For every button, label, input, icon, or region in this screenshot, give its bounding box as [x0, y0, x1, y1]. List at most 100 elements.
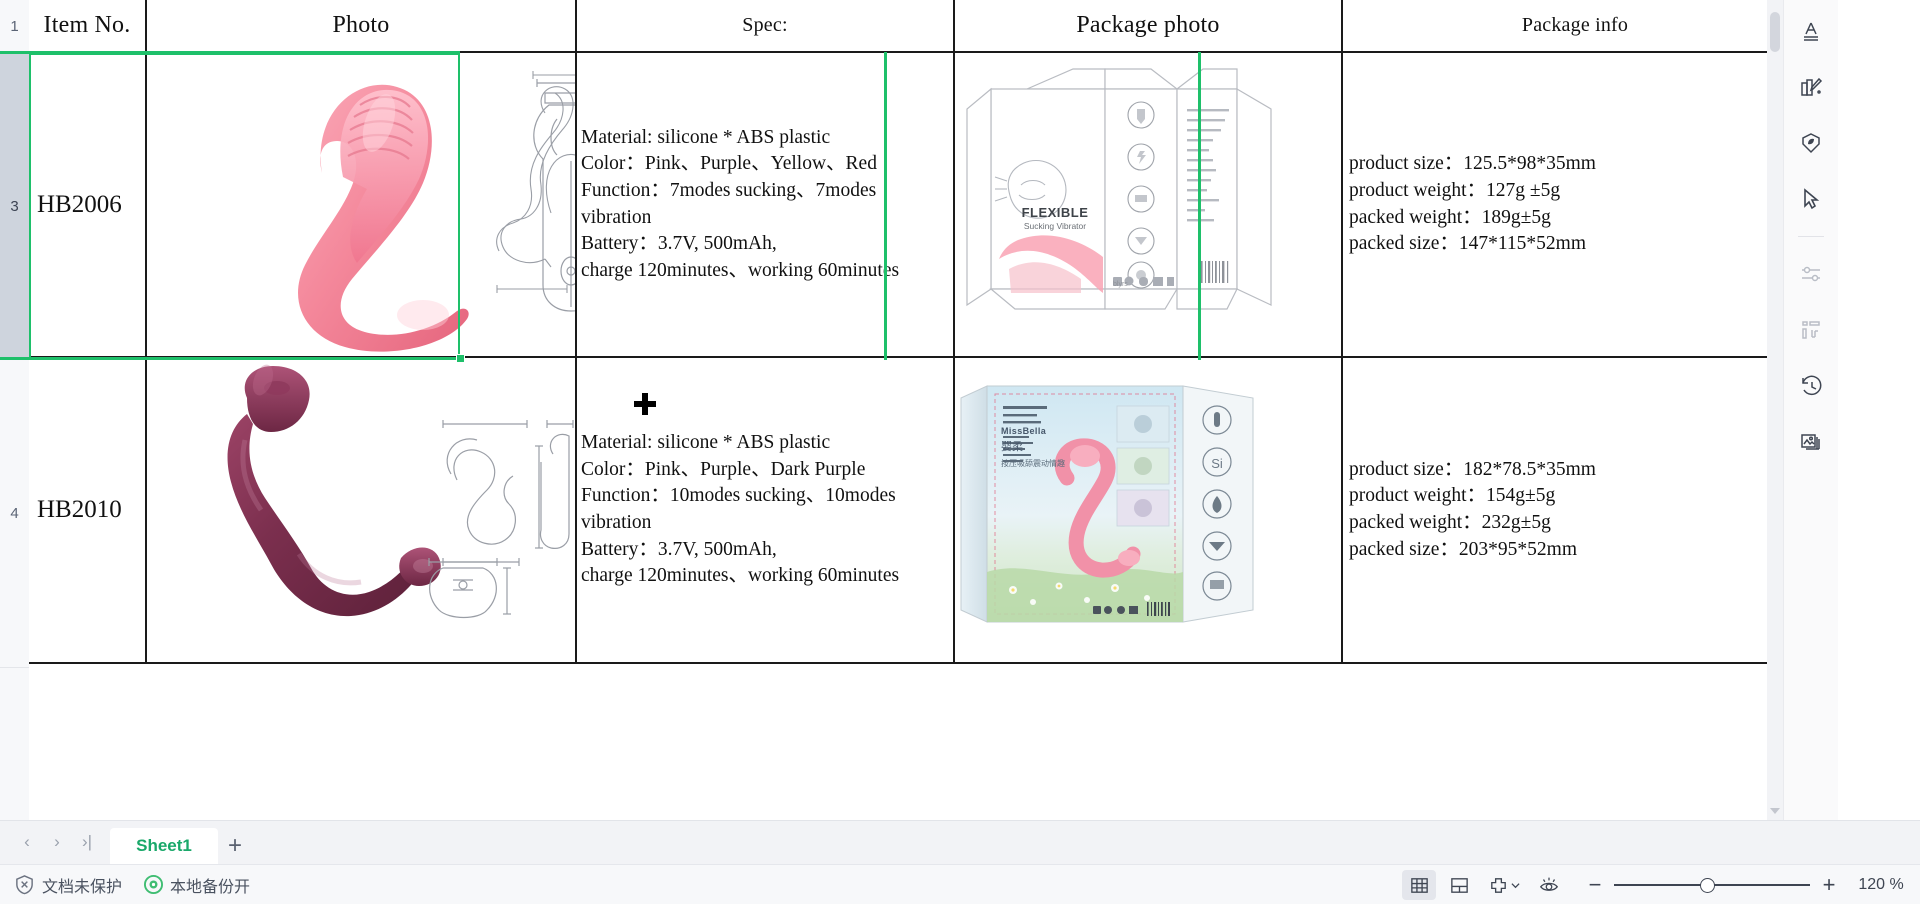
- history-clock-icon: [1802, 375, 1822, 396]
- spec-line: Battery：3.7V, 500mAh,: [581, 233, 777, 255]
- zoom-slider-knob[interactable]: [1700, 878, 1715, 893]
- prev-sheet-button[interactable]: ‹: [12, 827, 42, 857]
- cell-item-no[interactable]: HB2010: [29, 358, 147, 664]
- page-layout-icon-button[interactable]: [1442, 870, 1476, 900]
- package-info-line: product size：125.5*98*35mm: [1349, 153, 1596, 175]
- pen-edit-icon: [1801, 77, 1823, 96]
- item-no-value: HB2006: [37, 190, 122, 218]
- technical-drawing-1: [442, 420, 543, 566]
- spec-line: Battery：3.7V, 500mAh,: [581, 538, 777, 560]
- header-label-package-info: Package info: [1521, 14, 1629, 36]
- sheet-tab-sheet1[interactable]: Sheet1: [110, 828, 218, 864]
- pen-edit-icon-button[interactable]: [1792, 68, 1830, 106]
- image-stack-icon: [1801, 434, 1820, 450]
- text-style-icon-button[interactable]: [1792, 12, 1830, 50]
- selection-column-marker: [884, 52, 887, 360]
- package-info-line: packed size：203*95*52mm: [1349, 538, 1577, 560]
- header-label-package-photo: Package photo: [1076, 12, 1220, 38]
- sheet-tab-bar: ‹ › ›| Sheet1 +: [0, 820, 1920, 864]
- scroll-down-arrow-icon[interactable]: [1770, 808, 1780, 814]
- cell-product-photo[interactable]: [147, 53, 577, 358]
- selection-fill-handle[interactable]: [456, 354, 465, 363]
- package-side-thumbnails: [1116, 405, 1170, 527]
- package-info-text-block: product size：182*78.5*35mm product weigh…: [1343, 358, 1807, 662]
- shield-leaf-icon-button[interactable]: [1792, 124, 1830, 162]
- next-sheet-button[interactable]: ›: [42, 827, 72, 857]
- zoom-slider[interactable]: [1614, 875, 1810, 895]
- table-header-row: Item No. Photo Spec: Package photo Packa…: [29, 0, 1809, 53]
- header-cell-item-no[interactable]: Item No.: [29, 0, 147, 53]
- row-header-column: 1 3 4: [0, 0, 29, 820]
- package-info-line: product weight：127g ±5g: [1349, 179, 1561, 201]
- package-info-line: packed weight：189g±5g: [1349, 206, 1551, 228]
- package-info-line: product size：182*78.5*35mm: [1349, 458, 1596, 480]
- table-row: HB2010 Material: silicone * ABS plastic …: [29, 358, 1809, 664]
- page-break-icon-button[interactable]: [1482, 870, 1526, 900]
- shield-leaf-icon: [1802, 133, 1820, 154]
- data-table: Item No. Photo Spec: Package photo Packa…: [29, 0, 1809, 664]
- row-header-1[interactable]: 1: [0, 0, 29, 53]
- svg-text:Si: Si: [1211, 456, 1223, 471]
- selection-bottom-edge: [0, 357, 460, 360]
- cell-package-photo[interactable]: Si MissBella 婴柔 按压吸舔震动情趣: [955, 358, 1343, 664]
- image-stack-icon-button[interactable]: [1792, 423, 1830, 461]
- document-protection-status[interactable]: 文档未保护: [14, 873, 122, 897]
- sort-swap-icon-button[interactable]: [1792, 311, 1830, 349]
- backup-label: 本地备份开: [170, 878, 251, 896]
- header-cell-package-info[interactable]: Package info: [1343, 0, 1809, 53]
- package-box-svg: Si: [960, 385, 1254, 623]
- row-header-4[interactable]: 4: [0, 360, 29, 668]
- last-sheet-button[interactable]: ›|: [72, 827, 102, 857]
- shield-x-icon: [16, 875, 33, 895]
- eye-icon-button[interactable]: [1532, 870, 1566, 900]
- spec-line: vibration: [581, 206, 652, 228]
- package-info-line: product weight：154g±5g: [1349, 485, 1556, 507]
- package-info-text-block: product size：125.5*98*35mm product weigh…: [1343, 53, 1807, 356]
- row-header-3[interactable]: 3: [0, 53, 29, 360]
- spec-line: vibration: [581, 512, 652, 533]
- add-sheet-button[interactable]: +: [218, 828, 252, 864]
- product-photo-hb2010: [147, 358, 575, 662]
- cell-item-no[interactable]: HB2006: [29, 53, 147, 358]
- zoom-in-button[interactable]: +: [1816, 872, 1842, 898]
- spec-line: Color：Pink、Purple、Dark Purple: [581, 458, 866, 480]
- cell-spec[interactable]: Material: silicone * ABS plastic Color：P…: [577, 53, 955, 358]
- spec-line: Material: silicone * ABS plastic: [581, 432, 831, 454]
- eye-icon: [1539, 877, 1559, 891]
- rail-divider: [1798, 236, 1824, 237]
- package-footer-text: blyrs: [1113, 281, 1128, 288]
- grid-view-icon-button[interactable]: [1402, 870, 1436, 900]
- cursor-arrow-icon-button[interactable]: [1792, 180, 1830, 218]
- spreadsheet-grid[interactable]: 1 3 4 Item No. Photo Spec: Package photo: [0, 0, 1838, 820]
- status-bar: 文档未保护 本地备份开 − + 120 %: [0, 864, 1920, 904]
- package-brand-text: FLEXIBLE: [1021, 205, 1089, 220]
- spec-line: Function：7modes sucking、7modes: [581, 179, 877, 201]
- history-clock-icon-button[interactable]: [1792, 367, 1830, 405]
- product-photo-hb2006: [147, 53, 575, 356]
- header-cell-package-photo[interactable]: Package photo: [955, 0, 1343, 53]
- zoom-out-button[interactable]: −: [1582, 872, 1608, 898]
- zoom-percentage-label[interactable]: 120 %: [1842, 876, 1920, 894]
- cursor-arrow-icon: [1804, 188, 1820, 210]
- header-label-item-no: Item No.: [43, 12, 131, 38]
- product-photo-svg: [227, 364, 574, 619]
- vertical-scrollbar-thumb[interactable]: [1770, 12, 1780, 52]
- selection-column-marker: [1198, 52, 1201, 360]
- row-header-blank[interactable]: [0, 668, 29, 820]
- package-brand-text: MissBella: [1001, 426, 1047, 436]
- package-subtitle-text: 婴柔: [1001, 441, 1023, 453]
- vertical-scrollbar[interactable]: [1767, 0, 1783, 820]
- cell-package-info[interactable]: product size：182*78.5*35mm product weigh…: [1343, 358, 1809, 664]
- table-row: HB2006 Material: silicone * ABS plastic …: [29, 53, 1809, 358]
- header-cell-spec[interactable]: Spec:: [577, 0, 955, 53]
- cell-package-info[interactable]: product size：125.5*98*35mm product weigh…: [1343, 53, 1809, 358]
- cell-package-photo[interactable]: FLEXIBLE Sucking Vibrator blyrs: [955, 53, 1343, 358]
- protection-label: 文档未保护: [42, 878, 123, 896]
- local-backup-status[interactable]: 本地备份开: [144, 873, 250, 897]
- header-cell-photo[interactable]: Photo: [147, 0, 577, 53]
- sort-swap-icon: [1802, 321, 1820, 339]
- chevron-down-icon: [1511, 882, 1520, 888]
- spec-line: Material: silicone * ABS plastic: [581, 126, 831, 148]
- sliders-icon-button[interactable]: [1792, 255, 1830, 293]
- cell-product-photo[interactable]: [147, 358, 577, 664]
